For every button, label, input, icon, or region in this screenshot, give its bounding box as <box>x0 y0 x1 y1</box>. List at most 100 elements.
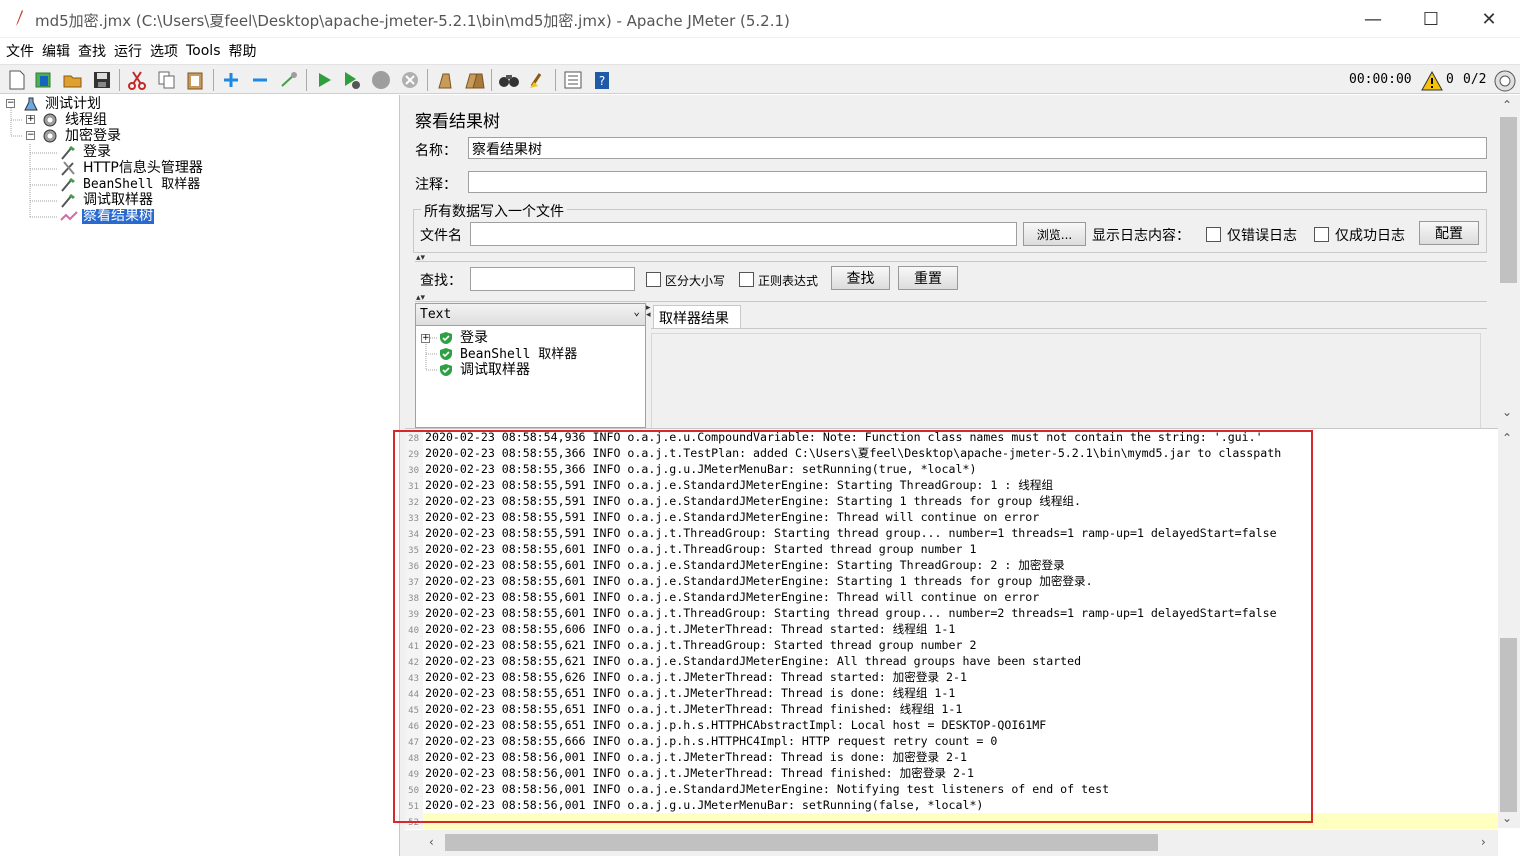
minimize-button[interactable]: — <box>1344 0 1402 38</box>
shutdown-icon[interactable] <box>399 69 421 91</box>
search-icon[interactable] <box>498 69 520 91</box>
scroll-down-icon[interactable]: ⌄ <box>1502 811 1512 825</box>
tree-node-label: BeanShell 取样器 <box>83 176 201 192</box>
panel-title: 察看结果树 <box>415 112 500 132</box>
name-input[interactable]: 察看结果树 <box>468 137 1487 159</box>
reset-button[interactable]: 重置 <box>898 266 958 290</box>
close-button[interactable]: ✕ <box>1460 0 1518 38</box>
result-item-debug[interactable]: 调试取样器 <box>439 362 531 378</box>
search-input[interactable] <box>470 267 635 291</box>
jmeter-feather-icon <box>16 10 23 26</box>
result-item-label: BeanShell 取样器 <box>460 346 578 362</box>
gear-icon <box>43 113 57 127</box>
result-item-login[interactable]: 登录 <box>439 330 489 346</box>
divider <box>415 261 1487 262</box>
reset-search-icon[interactable] <box>527 69 549 91</box>
tree-node-view-results-tree[interactable]: 察看结果树 <box>60 208 154 224</box>
window-title: md5加密.jmx (C:\Users\夏feel\Desktop\apache… <box>35 12 790 30</box>
help-icon[interactable]: ? <box>591 69 613 91</box>
success-only-label: 仅成功日志 <box>1335 228 1405 244</box>
comment-input[interactable] <box>468 171 1487 193</box>
pipette-icon <box>61 178 75 192</box>
menu-edit[interactable]: 编辑 <box>40 41 72 61</box>
case-sensitive-checkbox[interactable] <box>646 272 661 287</box>
scroll-up-icon[interactable]: ⌃ <box>1502 98 1512 112</box>
tree-node-http-header-manager[interactable]: HTTP信息头管理器 <box>60 160 204 176</box>
tab-sampler-result[interactable]: 取样器结果 <box>653 305 741 328</box>
sampler-result-pane <box>651 328 1487 429</box>
scroll-up-icon[interactable]: ⌃ <box>1502 431 1512 445</box>
panel-vertical-scrollbar[interactable]: ⌃ ⌄ <box>1498 95 1520 428</box>
menu-help[interactable]: 帮助 <box>227 41 259 61</box>
success-shield-icon <box>440 332 452 344</box>
toggle-icon[interactable] <box>278 69 300 91</box>
regex-checkbox[interactable] <box>739 272 754 287</box>
function-helper-icon[interactable] <box>562 69 584 91</box>
tree-node-debug-sampler[interactable]: 调试取样器 <box>60 192 154 208</box>
open-icon[interactable] <box>62 69 84 91</box>
result-expand-toggle[interactable]: + <box>421 334 430 343</box>
tree-expand-toggle[interactable]: + <box>26 115 35 124</box>
menu-file[interactable]: 文件 <box>4 41 36 61</box>
tree-node-label: 测试计划 <box>45 95 101 112</box>
clear-icon[interactable] <box>434 69 456 91</box>
configure-button[interactable]: 配置 <box>1419 221 1479 245</box>
scroll-thumb[interactable] <box>445 834 1158 851</box>
tree-node-login[interactable]: 登录 <box>60 144 112 160</box>
tree-node-test-plan[interactable]: 测试计划 <box>24 96 102 112</box>
status-indicator-icon[interactable] <box>1494 70 1516 92</box>
menu-search[interactable]: 查找 <box>76 41 108 61</box>
svg-text:?: ? <box>599 74 605 88</box>
success-shield-icon <box>440 348 452 360</box>
results-tree: Text ⌄ + 登录 BeanShell 取样器 调试取样器 <box>415 303 646 428</box>
start-icon[interactable] <box>313 69 335 91</box>
success-only-checkbox[interactable] <box>1314 227 1329 242</box>
toolbar-separator <box>427 69 428 91</box>
find-button[interactable]: 查找 <box>831 266 890 290</box>
save-icon[interactable] <box>91 69 113 91</box>
name-label: 名称： <box>415 143 457 159</box>
tree-node-label: 登录 <box>83 143 111 160</box>
expand-icon[interactable] <box>220 69 242 91</box>
new-icon[interactable] <box>6 69 28 91</box>
collapse-icon[interactable] <box>249 69 271 91</box>
tree-node-beanshell-sampler[interactable]: BeanShell 取样器 <box>60 176 201 192</box>
menu-tools[interactable]: Tools <box>184 43 223 59</box>
copy-icon[interactable] <box>156 69 178 91</box>
tree-collapse-toggle[interactable]: − <box>26 131 35 140</box>
result-item-label: 登录 <box>460 329 488 346</box>
log-vertical-scrollbar[interactable]: ⌃ ⌄ <box>1498 428 1520 828</box>
scroll-thumb[interactable] <box>1500 117 1517 283</box>
maximize-button[interactable]: ☐ <box>1402 0 1460 38</box>
warning-icon[interactable] <box>1421 71 1443 91</box>
tree-node-thread-group[interactable]: 线程组 <box>42 112 108 128</box>
menu-run[interactable]: 运行 <box>112 41 144 61</box>
result-item-label: 调试取样器 <box>460 361 530 378</box>
split-arrows[interactable]: ▸ ◂ <box>646 304 651 320</box>
menu-options[interactable]: 选项 <box>148 41 180 61</box>
renderer-select-value: Text <box>420 307 452 322</box>
log-horizontal-scrollbar[interactable]: ‹ › <box>405 830 1498 856</box>
toolbar-separator <box>213 69 214 91</box>
case-sensitive-label: 区分大小写 <box>665 274 726 288</box>
tree-collapse-toggle[interactable]: − <box>6 99 15 108</box>
scroll-left-icon[interactable]: ‹ <box>429 835 434 849</box>
browse-button[interactable]: 浏览... <box>1023 222 1086 246</box>
stop-icon[interactable] <box>370 69 392 91</box>
templates-icon[interactable] <box>33 69 55 91</box>
tree-node-encrypted-login[interactable]: 加密登录 <box>42 128 122 144</box>
filename-input[interactable] <box>470 222 1017 246</box>
clear-all-icon[interactable] <box>463 69 485 91</box>
cut-icon[interactable] <box>126 69 148 91</box>
scroll-down-icon[interactable]: ⌄ <box>1502 405 1512 419</box>
regex-label: 正则表达式 <box>758 274 819 288</box>
chart-icon <box>60 211 78 221</box>
renderer-select[interactable]: Text ⌄ <box>416 304 645 326</box>
result-item-beanshell[interactable]: BeanShell 取样器 <box>439 346 578 362</box>
paste-icon[interactable] <box>184 69 206 91</box>
tree-node-label: 调试取样器 <box>83 191 153 208</box>
scroll-right-icon[interactable]: › <box>1481 835 1486 849</box>
errors-only-checkbox[interactable] <box>1206 227 1221 242</box>
scroll-thumb[interactable] <box>1500 638 1517 812</box>
start-no-pauses-icon[interactable] <box>341 69 363 91</box>
